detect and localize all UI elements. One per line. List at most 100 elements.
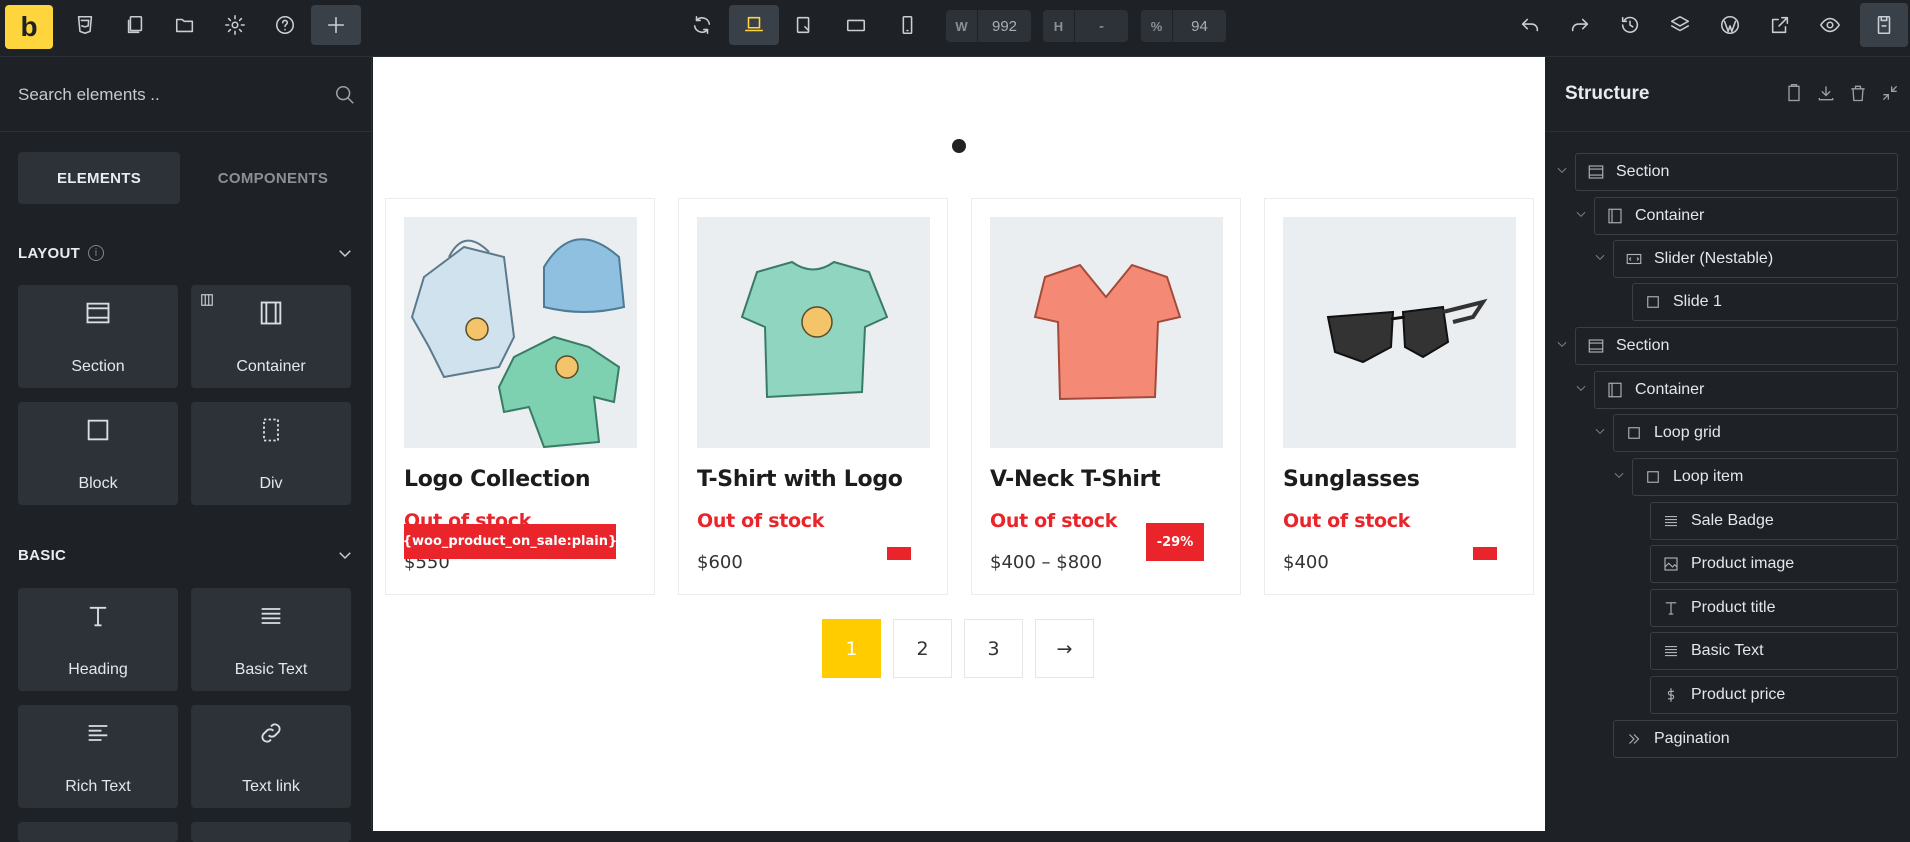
chevron-down-icon[interactable] [1574,381,1588,400]
refresh-icon[interactable] [682,5,722,45]
width-value[interactable]: 992 [978,18,1031,35]
element-search[interactable]: Search elements .. [0,57,372,132]
product-title[interactable]: V-Neck T-Shirt [990,467,1161,492]
structure-node-container[interactable]: Container [1594,197,1898,235]
save-icon[interactable] [1860,3,1908,47]
text-lines-icon [1651,642,1691,660]
zoom-value[interactable]: 94 [1173,18,1226,35]
structure-node-product-image[interactable]: Product image [1650,545,1898,583]
structure-node-sale-badge[interactable]: Sale Badge [1650,502,1898,540]
element-label: Container [236,358,306,375]
builder-canvas[interactable]: Logo Collection Out of stock $550 {woo_p… [373,57,1545,831]
pagination-page-3[interactable]: 3 [964,619,1023,678]
tablet-landscape-icon[interactable] [784,5,824,45]
structure-node-basic-text[interactable]: Basic Text [1650,632,1898,670]
product-title[interactable]: T-Shirt with Logo [697,467,903,492]
preview-eye-icon[interactable] [1810,5,1850,45]
chevron-down-icon[interactable] [1555,163,1569,182]
product-title[interactable]: Sunglasses [1283,467,1420,492]
info-icon[interactable]: i [88,245,105,261]
chevron-down-icon[interactable] [1555,337,1569,356]
element-container[interactable]: Container [191,285,351,388]
structure-node-section[interactable]: Section [1575,327,1898,365]
element-block[interactable]: Block [18,402,178,505]
height-field[interactable]: H- [1043,10,1128,42]
node-label: Container [1635,381,1705,398]
structure-node-loop-item[interactable]: Loop item [1632,458,1898,496]
structure-node-slider[interactable]: Slider (Nestable) [1613,240,1898,278]
element-div[interactable]: Div [191,402,351,505]
structure-node-container[interactable]: Container [1594,371,1898,409]
tab-elements[interactable]: ELEMENTS [18,152,180,204]
sale-badge[interactable]: {woo_product_on_sale:plain} [403,524,617,559]
collapse-icon[interactable] [1880,83,1900,108]
chevron-down-icon[interactable] [336,244,354,266]
width-field[interactable]: W 992 [946,10,1031,42]
element-basic-text[interactable]: Basic Text [191,588,351,691]
element-rich-text[interactable]: Rich Text [18,705,178,808]
settings-icon[interactable] [215,5,255,45]
pagination-page-2[interactable]: 2 [893,619,952,678]
chevron-down-icon[interactable] [1593,250,1607,269]
product-card[interactable]: V-Neck T-Shirt Out of stock $400 – $800 … [971,198,1241,595]
structure-node-loop-grid[interactable]: Loop grid [1613,414,1898,452]
block-icon [1633,293,1673,311]
desktop-breakpoint-icon[interactable] [729,5,779,45]
structure-node-pagination[interactable]: Pagination [1613,720,1898,758]
node-label: Slide 1 [1673,293,1722,310]
wordpress-icon[interactable] [1710,5,1750,45]
sale-badge[interactable]: -29% [1146,523,1204,561]
pages-icon[interactable] [115,5,155,45]
clipboard-icon[interactable] [1784,83,1804,108]
history-icon[interactable] [1610,5,1650,45]
tablet-portrait-icon[interactable] [836,5,876,45]
tab-components[interactable]: COMPONENTS [192,152,354,204]
redo-icon[interactable] [1560,5,1600,45]
element-text-link[interactable]: Text link [191,705,351,808]
product-card[interactable]: Logo Collection Out of stock $550 {woo_p… [385,198,655,595]
bricks-logo-button[interactable]: b [5,5,53,49]
element-more[interactable] [18,822,178,842]
structure-node-product-price[interactable]: Product price [1650,676,1898,714]
product-image[interactable] [404,217,637,448]
structure-node-section[interactable]: Section [1575,153,1898,191]
product-image[interactable] [697,217,930,448]
layers-icon[interactable] [1660,5,1700,45]
node-label: Sale Badge [1691,512,1774,529]
chevron-down-icon[interactable] [336,546,354,568]
sale-badge[interactable] [887,547,911,560]
undo-icon[interactable] [1510,5,1550,45]
element-heading[interactable]: Heading [18,588,178,691]
search-icon[interactable] [334,84,356,111]
external-link-icon[interactable] [1760,5,1800,45]
zoom-field[interactable]: % 94 [1141,10,1226,42]
product-image[interactable] [1283,217,1516,448]
chevron-down-icon[interactable] [1612,468,1626,487]
structure-node-slide[interactable]: Slide 1 [1632,283,1898,321]
css3-icon[interactable] [65,5,105,45]
folder-icon[interactable] [165,5,205,45]
product-card[interactable]: T-Shirt with Logo Out of stock $600 [678,198,948,595]
height-value[interactable]: - [1075,18,1128,35]
element-more[interactable] [191,822,351,842]
chevron-down-icon[interactable] [1574,207,1588,226]
trash-icon[interactable] [1848,83,1868,108]
product-image[interactable] [990,217,1223,448]
pagination-next-arrow-icon[interactable]: → [1035,619,1094,678]
product-card[interactable]: Sunglasses Out of stock $400 [1264,198,1534,595]
category-basic[interactable]: BASIC [18,543,354,567]
chevron-down-icon[interactable] [1593,424,1607,443]
category-layout[interactable]: LAYOUT i [18,241,354,265]
structure-node-product-title[interactable]: Product title [1650,589,1898,627]
pagination-page-1[interactable]: 1 [822,619,881,678]
slider-dot[interactable] [952,139,966,153]
sale-badge[interactable] [1473,547,1497,560]
add-element-button[interactable] [311,5,361,45]
product-title[interactable]: Logo Collection [404,467,591,492]
download-icon[interactable] [1816,83,1836,108]
search-input[interactable]: Search elements .. [18,85,160,105]
section-icon [1576,163,1616,181]
element-section[interactable]: Section [18,285,178,388]
help-icon[interactable] [265,5,305,45]
mobile-icon[interactable] [887,5,927,45]
